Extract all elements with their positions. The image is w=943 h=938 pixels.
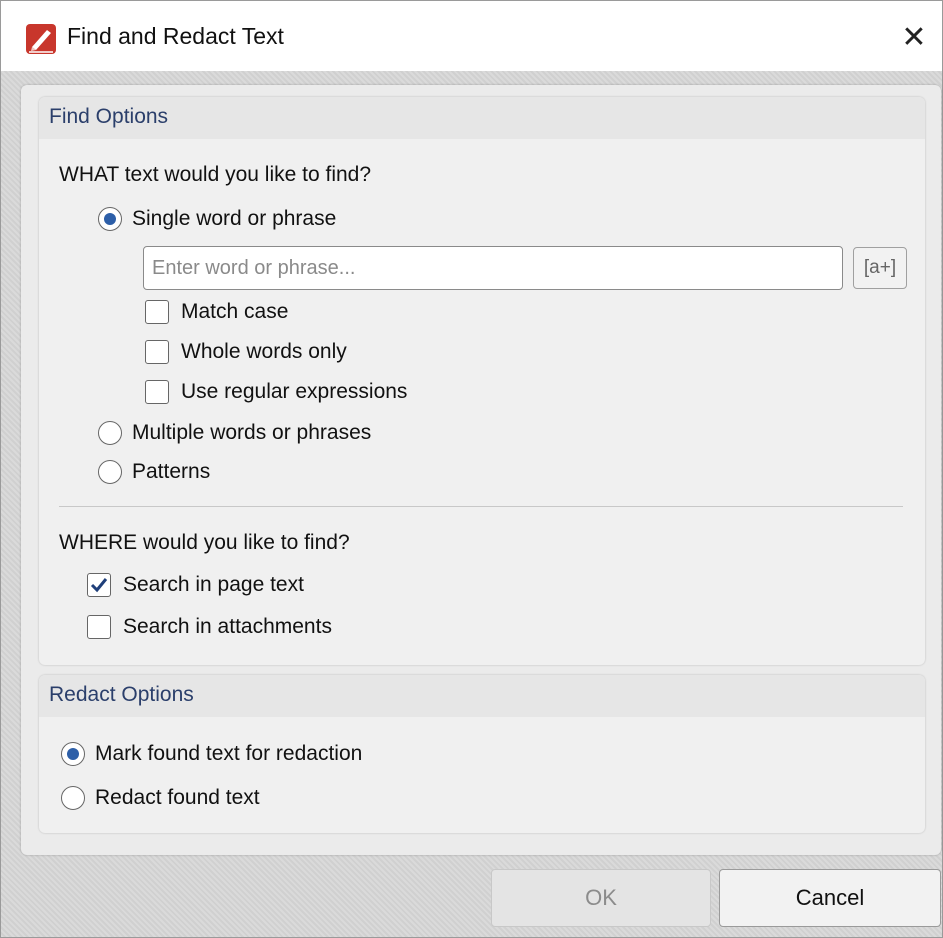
search-page-text-row[interactable]: Search in page text [87,573,304,597]
cancel-button[interactable]: Cancel [719,869,941,927]
radio-selected-dot [67,748,79,760]
whole-words-checkbox[interactable] [145,340,169,364]
regex-checkbox[interactable] [145,380,169,404]
redact-found-radio[interactable] [61,786,85,810]
whole-words-label: Whole words only [181,340,347,363]
match-case-label: Match case [181,300,289,323]
radio-selected-dot [104,213,116,225]
whole-words-row[interactable]: Whole words only [145,340,347,364]
patterns-radio-row[interactable]: Patterns [98,460,210,484]
multiple-words-label: Multiple words or phrases [132,421,372,444]
redact-options-header: Redact Options [39,675,925,717]
redact-found-radio-row[interactable]: Redact found text [61,786,260,810]
mark-redaction-radio[interactable] [61,742,85,766]
pdf-app-icon [26,24,56,54]
single-word-label: Single word or phrase [132,207,337,230]
title-bar: Find and Redact Text ✕ [1,1,942,71]
ok-button[interactable]: OK [491,869,711,927]
single-word-radio-row[interactable]: Single word or phrase [98,207,336,231]
dialog-title: Find and Redact Text [67,23,284,49]
close-icon[interactable]: ✕ [886,13,942,61]
match-case-row[interactable]: Match case [145,300,288,324]
search-attachments-row[interactable]: Search in attachments [87,615,332,639]
mark-redaction-label: Mark found text for redaction [95,742,363,765]
patterns-radio[interactable] [98,460,122,484]
search-input[interactable] [143,246,843,290]
find-options-header: Find Options [39,97,925,139]
multiple-words-radio[interactable] [98,421,122,445]
regex-row[interactable]: Use regular expressions [145,380,407,404]
checkmark-icon [90,578,108,593]
regex-label: Use regular expressions [181,380,408,403]
patterns-label: Patterns [132,460,211,483]
search-page-text-label: Search in page text [123,573,304,596]
search-attachments-checkbox[interactable] [87,615,111,639]
multiple-words-radio-row[interactable]: Multiple words or phrases [98,421,371,445]
single-word-radio[interactable] [98,207,122,231]
special-characters-button[interactable]: [a+] [853,247,907,289]
section-divider [59,506,903,507]
redact-found-label: Redact found text [95,786,260,809]
what-heading: WHAT text would you like to find? [59,163,372,186]
search-attachments-label: Search in attachments [123,615,332,638]
search-page-text-checkbox[interactable] [87,573,111,597]
where-heading: WHERE would you like to find? [59,531,350,554]
match-case-checkbox[interactable] [145,300,169,324]
find-options-title: Find Options [49,105,169,128]
find-redact-dialog: Find and Redact Text ✕ Find Options WHAT… [0,0,943,938]
mark-redaction-radio-row[interactable]: Mark found text for redaction [61,742,362,766]
redact-options-title: Redact Options [49,683,194,706]
